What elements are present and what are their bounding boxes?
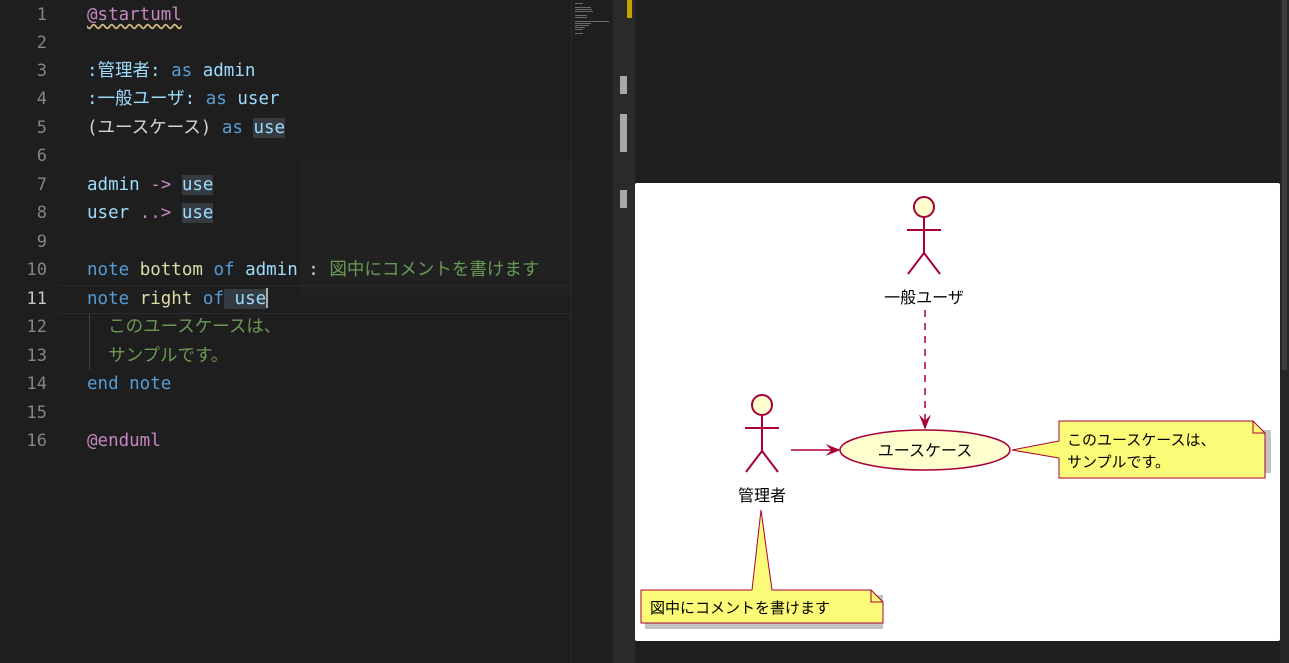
line-number: 9 <box>36 232 47 252</box>
line-text: (ユースケース) as use <box>87 118 286 138</box>
code-line-10[interactable]: 10 note bottom of admin : 図中にコメントを書けます <box>0 256 571 284</box>
scrollbar-marker <box>620 190 627 208</box>
line-text: @startuml <box>87 5 182 25</box>
minimap-line <box>575 33 583 34</box>
code-line-1[interactable]: 1 @startuml <box>0 1 571 29</box>
line-number: 7 <box>36 175 47 195</box>
minimap-line <box>575 29 583 30</box>
line-number: 13 <box>26 346 47 366</box>
line-number: 14 <box>26 374 47 394</box>
line-number: 6 <box>36 146 47 166</box>
line-text: admin -> use <box>87 175 214 195</box>
minimap-line <box>575 17 587 18</box>
minimap[interactable] <box>571 0 614 663</box>
note-bottom[interactable]: 図中にコメントを書けます <box>640 509 884 629</box>
line-number: 4 <box>36 89 47 109</box>
code-line-7[interactable]: 7 admin -> use <box>0 171 571 199</box>
preview-scrollbar[interactable] <box>1280 0 1289 663</box>
usecase-label: ユースケース <box>878 441 972 460</box>
note-right-line-1: このユースケースは、 <box>1067 431 1216 449</box>
code-line-13[interactable]: 13 サンプルです。 <box>0 342 571 370</box>
code-line-3[interactable]: 3 :管理者: as admin <box>0 57 571 85</box>
minimap-line <box>575 15 587 16</box>
line-number: 10 <box>26 260 47 280</box>
minimap-line <box>575 21 609 22</box>
line-text: note bottom of admin : 図中にコメントを書けます <box>87 260 540 280</box>
minimap-line <box>575 23 591 24</box>
text-cursor <box>266 288 269 308</box>
code-line-6[interactable]: 6 <box>0 142 571 170</box>
code-line-12[interactable]: 12 このユースケースは、 <box>0 313 571 341</box>
line-number: 11 <box>26 289 47 309</box>
line-number: 5 <box>36 118 47 138</box>
code-line-4[interactable]: 4 :一般ユーザ: as user <box>0 85 571 113</box>
actor-admin-icon[interactable] <box>745 394 779 473</box>
line-text: サンプルです。 <box>87 346 229 366</box>
minimap-line <box>575 27 585 28</box>
preview-scrollbar-thumb[interactable] <box>1282 0 1287 370</box>
line-number: 8 <box>36 203 47 223</box>
uml-diagram[interactable]: 一般ユーザ 管理者 ユースケース このユースケースは、 サンプルです。 図中にコ… <box>635 183 1280 641</box>
line-number: 16 <box>26 431 47 451</box>
actor-user-label: 一般ユーザ <box>884 288 964 307</box>
code-line-8[interactable]: 8 user ..> use <box>0 199 571 227</box>
line-text: :一般ユーザ: as user <box>87 89 280 109</box>
line-text: note right of use <box>87 288 269 309</box>
line-number: 15 <box>26 403 47 423</box>
actor-user-icon[interactable] <box>907 196 941 275</box>
line-number: 12 <box>26 317 47 337</box>
code-line-11[interactable]: 11 note right of use <box>0 285 571 313</box>
line-text: このユースケースは、 <box>87 317 282 337</box>
code-line-14[interactable]: 14 end note <box>0 370 571 398</box>
code-line-2[interactable]: 2 <box>0 29 571 57</box>
actor-admin-label: 管理者 <box>738 486 786 505</box>
line-text: :管理者: as admin <box>87 61 256 81</box>
note-bottom-text: 図中にコメントを書けます <box>650 599 830 617</box>
line-number: 2 <box>36 33 47 53</box>
minimap-line <box>575 3 583 4</box>
overview-ruler-marker <box>627 0 632 18</box>
line-number: 1 <box>36 5 47 25</box>
line-number: 3 <box>36 61 47 81</box>
code-line-16[interactable]: 16 @enduml <box>0 427 571 455</box>
line-text: @enduml <box>87 431 161 451</box>
note-right[interactable]: このユースケースは、 サンプルです。 <box>1011 420 1271 479</box>
minimap-line <box>575 7 591 8</box>
code-line-5[interactable]: 5 (ユースケース) as use <box>0 114 571 142</box>
scrollbar-marker <box>620 114 627 152</box>
code-editor[interactable]: 1 @startuml 2 3 :管理者: as admin 4 :一般ユーザ:… <box>0 0 571 663</box>
code-line-9[interactable]: 9 <box>0 228 571 256</box>
line-text: user ..> use <box>87 203 214 223</box>
minimap-line <box>575 25 589 26</box>
note-right-line-2: サンプルです。 <box>1067 453 1170 471</box>
line-text: end note <box>87 374 172 394</box>
minimap-line <box>575 9 592 10</box>
minimap-line <box>575 11 593 12</box>
scrollbar-marker <box>620 76 627 94</box>
editor-scrollbar[interactable] <box>613 0 635 663</box>
code-line-15[interactable]: 15 <box>0 399 571 427</box>
